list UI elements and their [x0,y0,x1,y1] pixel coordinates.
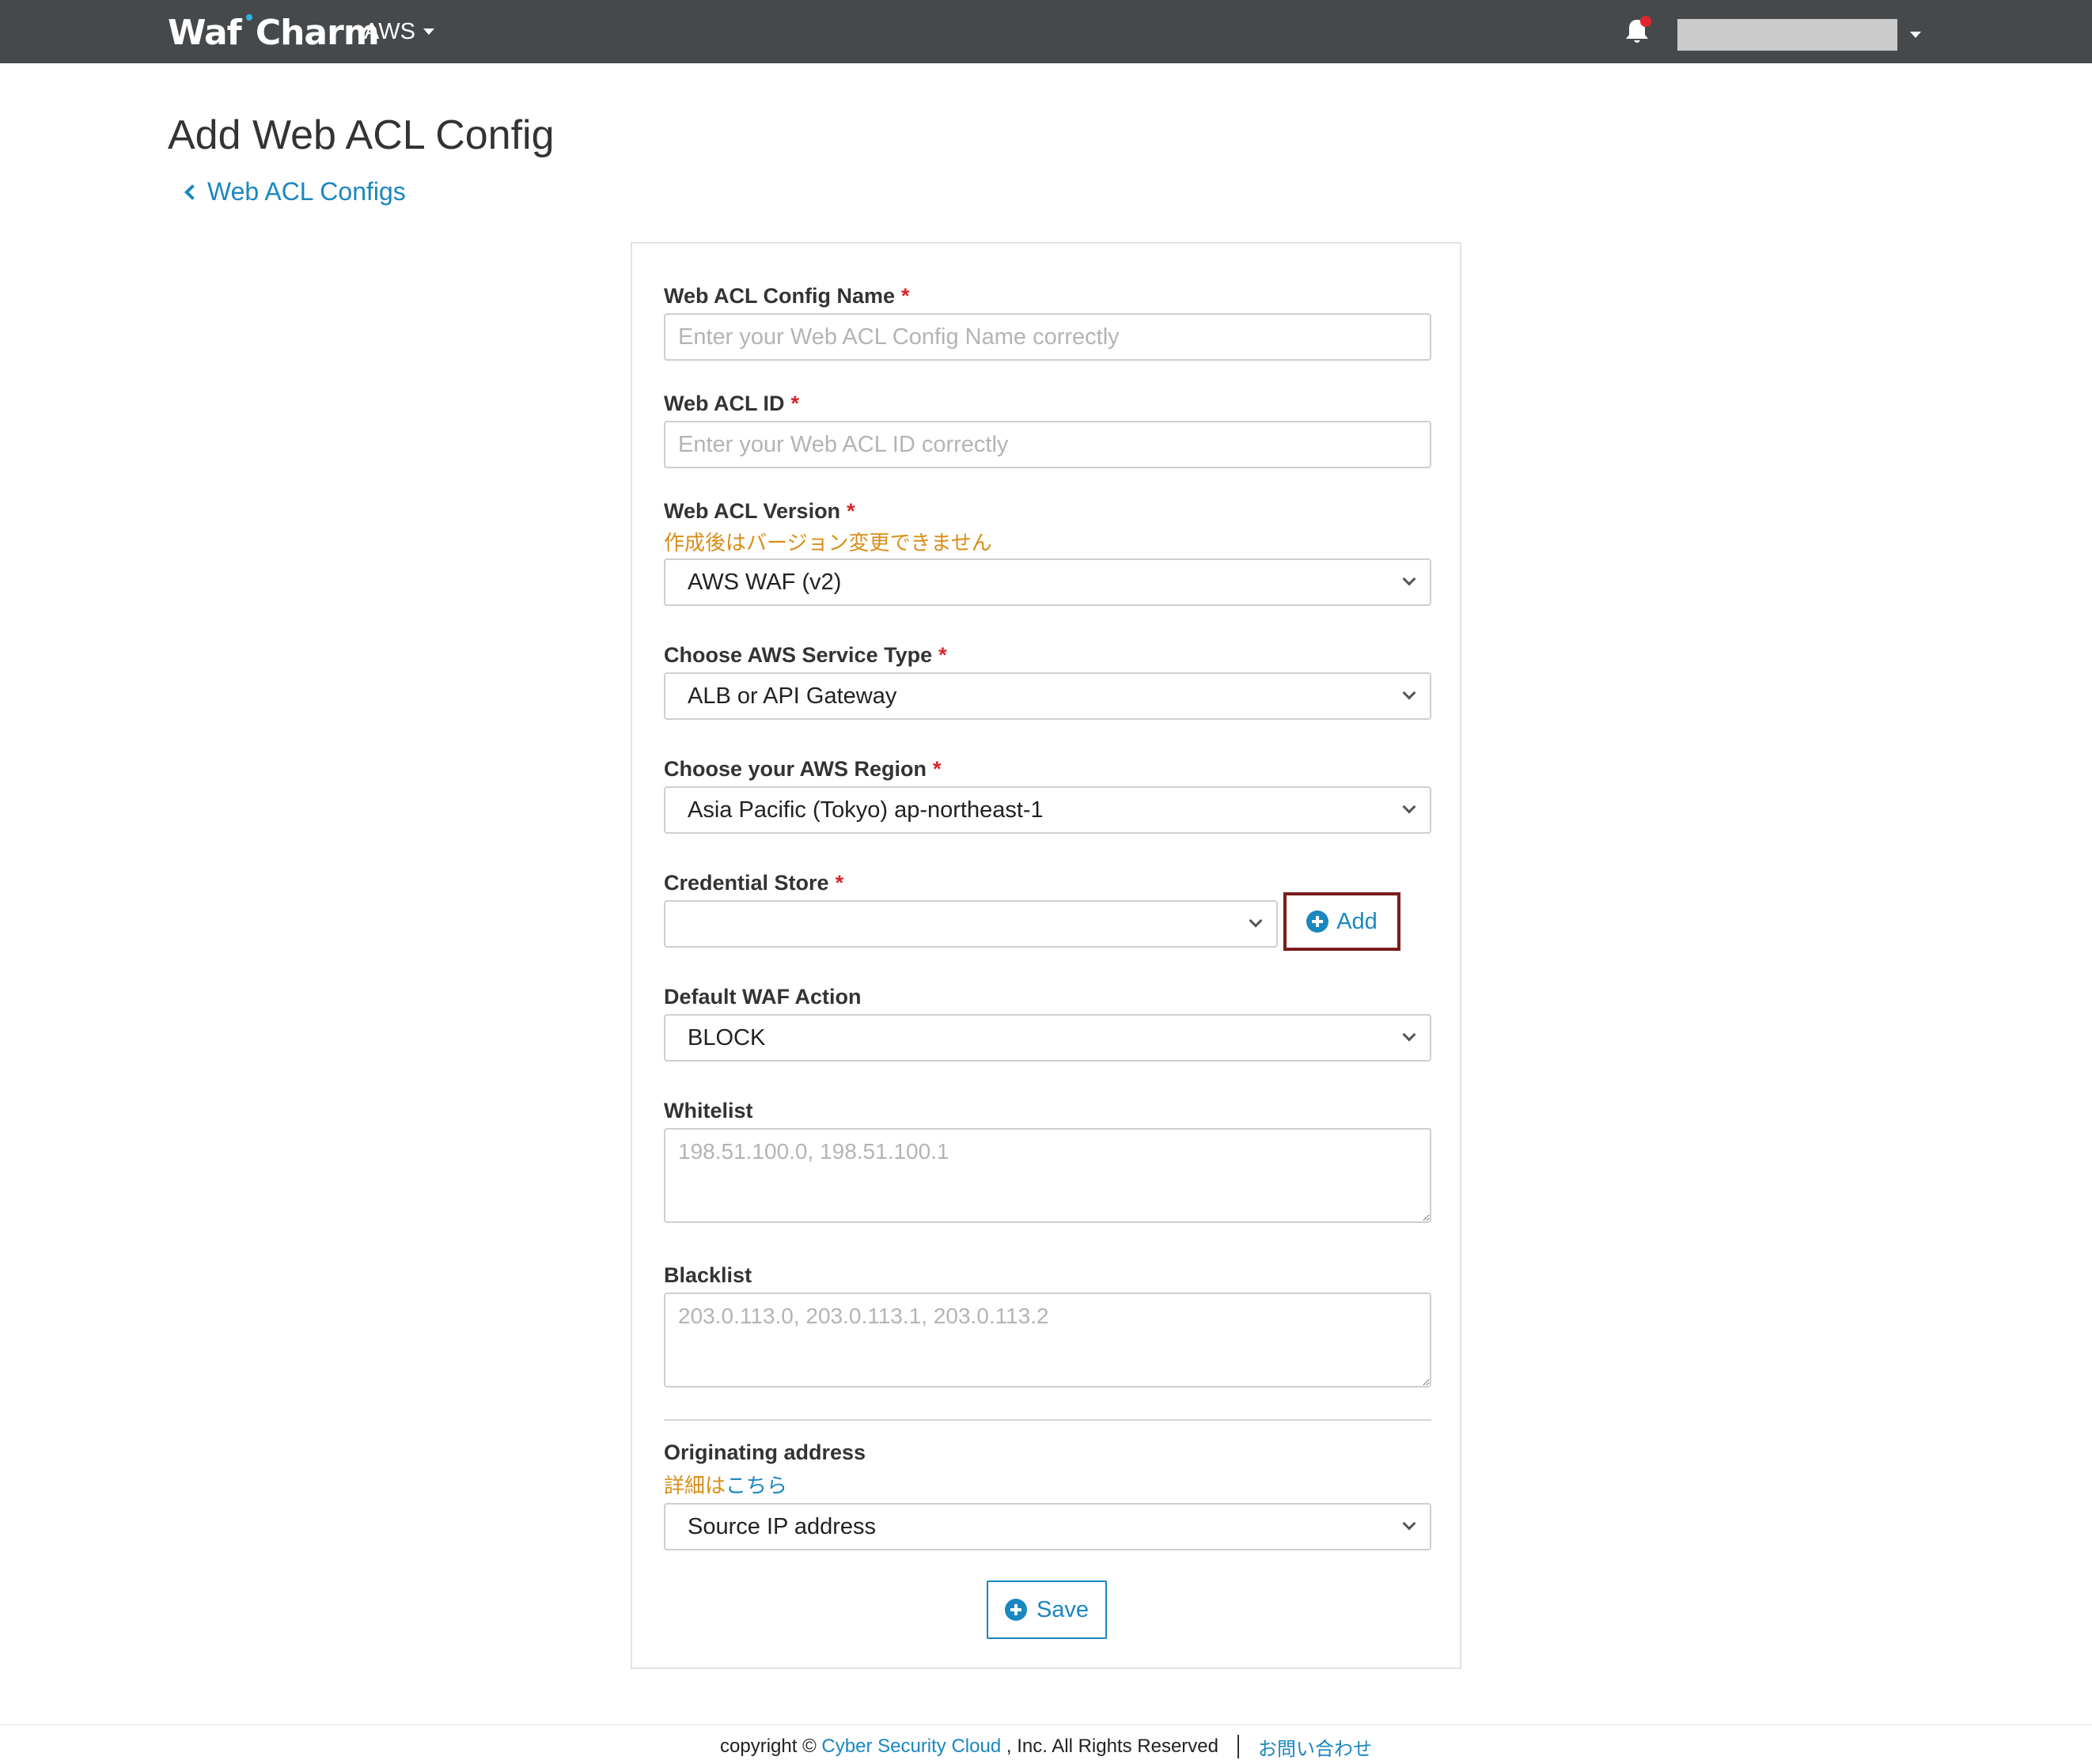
blacklist-textarea[interactable] [664,1293,1431,1387]
add-credential-button[interactable]: Add [1283,892,1400,951]
caret-down-icon [1910,32,1921,38]
originating-address-note: 詳細はこちら [664,1471,787,1500]
top-navbar: Waf Charm AWS [0,0,2092,63]
blacklist-label: Blacklist [664,1261,752,1289]
copyright-prefix: copyright © [720,1736,817,1757]
notification-badge [1640,16,1651,27]
required-marker: * [901,284,910,308]
web-acl-config-form: Web ACL Config Name* Web ACL ID* Web ACL… [631,242,1461,1669]
back-link-label: Web ACL Configs [207,177,406,206]
copyright-suffix: , Inc. All Rights Reserved [1006,1736,1218,1757]
service-type-select[interactable]: ALB or API Gateway [664,672,1431,720]
blacklist-label-text: Blacklist [664,1263,752,1287]
plus-circle-icon [1004,1599,1027,1621]
originating-address-note-prefix: 詳細は [664,1474,726,1497]
chevron-down-icon [1402,686,1416,700]
originating-address-selected-value: Source IP address [688,1514,877,1539]
originating-address-label-text: Originating address [664,1440,866,1464]
region-select[interactable]: Asia Pacific (Tokyo) ap-northeast-1 [664,786,1431,834]
back-to-web-acl-configs-link[interactable]: Web ACL Configs [184,172,406,210]
credential-store-select[interactable] [664,900,1278,948]
acl-version-warning-note: 作成後はバージョン変更できません [664,531,992,555]
originating-address-label: Originating address [664,1438,866,1467]
config-name-label-text: Web ACL Config Name [664,284,896,308]
chevron-down-icon [1402,800,1416,814]
save-button-label: Save [1036,1596,1090,1622]
acl-version-select[interactable]: AWS WAF (v2) [664,558,1431,606]
plus-circle-icon [1306,910,1329,933]
footer: copyright © Cyber Security Cloud , Inc. … [0,1731,2092,1762]
originating-address-select[interactable]: Source IP address [664,1503,1431,1550]
chevron-down-icon [1402,1028,1416,1042]
whitelist-label-text: Whitelist [664,1099,753,1122]
region-selected-value: Asia Pacific (Tokyo) ap-northeast-1 [688,797,1044,823]
chevron-left-icon [184,184,200,200]
wafcharm-logo[interactable]: Waf Charm [168,11,380,55]
default-action-label: Default WAF Action [664,982,862,1011]
acl-version-label: Web ACL Version * [664,497,855,525]
credential-store-label: Credential Store * [664,869,843,897]
cloud-provider-label: AWS [364,18,415,44]
logo-dot [245,14,252,21]
config-name-label: Web ACL Config Name * [664,282,910,310]
footer-separator [1237,1735,1239,1758]
service-type-label: Choose AWS Service Type * [664,641,947,669]
required-marker: * [790,392,800,415]
save-button[interactable]: Save [987,1580,1107,1639]
footer-divider [0,1724,2092,1725]
service-type-label-text: Choose AWS Service Type [664,643,933,667]
logo-text-waf: Waf [168,13,242,53]
contact-link[interactable]: お問い合わせ [1258,1733,1372,1761]
default-action-select[interactable]: BLOCK [664,1014,1431,1062]
required-marker: * [938,643,947,667]
acl-id-label-text: Web ACL ID [664,392,785,415]
cloud-provider-dropdown[interactable]: AWS [364,16,434,47]
chevron-down-icon [1249,914,1263,928]
logo-text-charm: Charm [255,13,380,53]
chevron-down-icon [1402,1516,1416,1531]
service-type-selected-value: ALB or API Gateway [688,683,897,709]
form-divider [664,1419,1431,1421]
add-credential-label: Add [1336,908,1378,934]
company-link[interactable]: Cyber Security Cloud [821,1736,1001,1758]
originating-address-details-link[interactable]: こちら [726,1474,787,1497]
page-title: Add Web ACL Config [168,112,555,158]
default-action-label-text: Default WAF Action [664,985,862,1009]
user-name-redacted [1677,19,1897,51]
required-marker: * [835,871,844,895]
acl-id-label: Web ACL ID * [664,389,799,418]
config-name-input[interactable] [664,313,1431,361]
caret-down-icon [423,28,434,35]
whitelist-label: Whitelist [664,1096,753,1125]
required-marker: * [847,499,855,523]
acl-version-selected-value: AWS WAF (v2) [688,570,842,595]
region-label: Choose your AWS Region * [664,755,942,783]
chevron-down-icon [1402,572,1416,586]
acl-version-label-text: Web ACL Version [664,499,841,523]
region-label-text: Choose your AWS Region [664,757,927,781]
credential-store-label-text: Credential Store [664,871,829,895]
whitelist-textarea[interactable] [664,1128,1431,1223]
default-action-selected-value: BLOCK [688,1025,766,1050]
acl-id-input[interactable] [664,421,1431,468]
required-marker: * [933,757,942,781]
user-menu-dropdown[interactable] [1677,19,1921,51]
